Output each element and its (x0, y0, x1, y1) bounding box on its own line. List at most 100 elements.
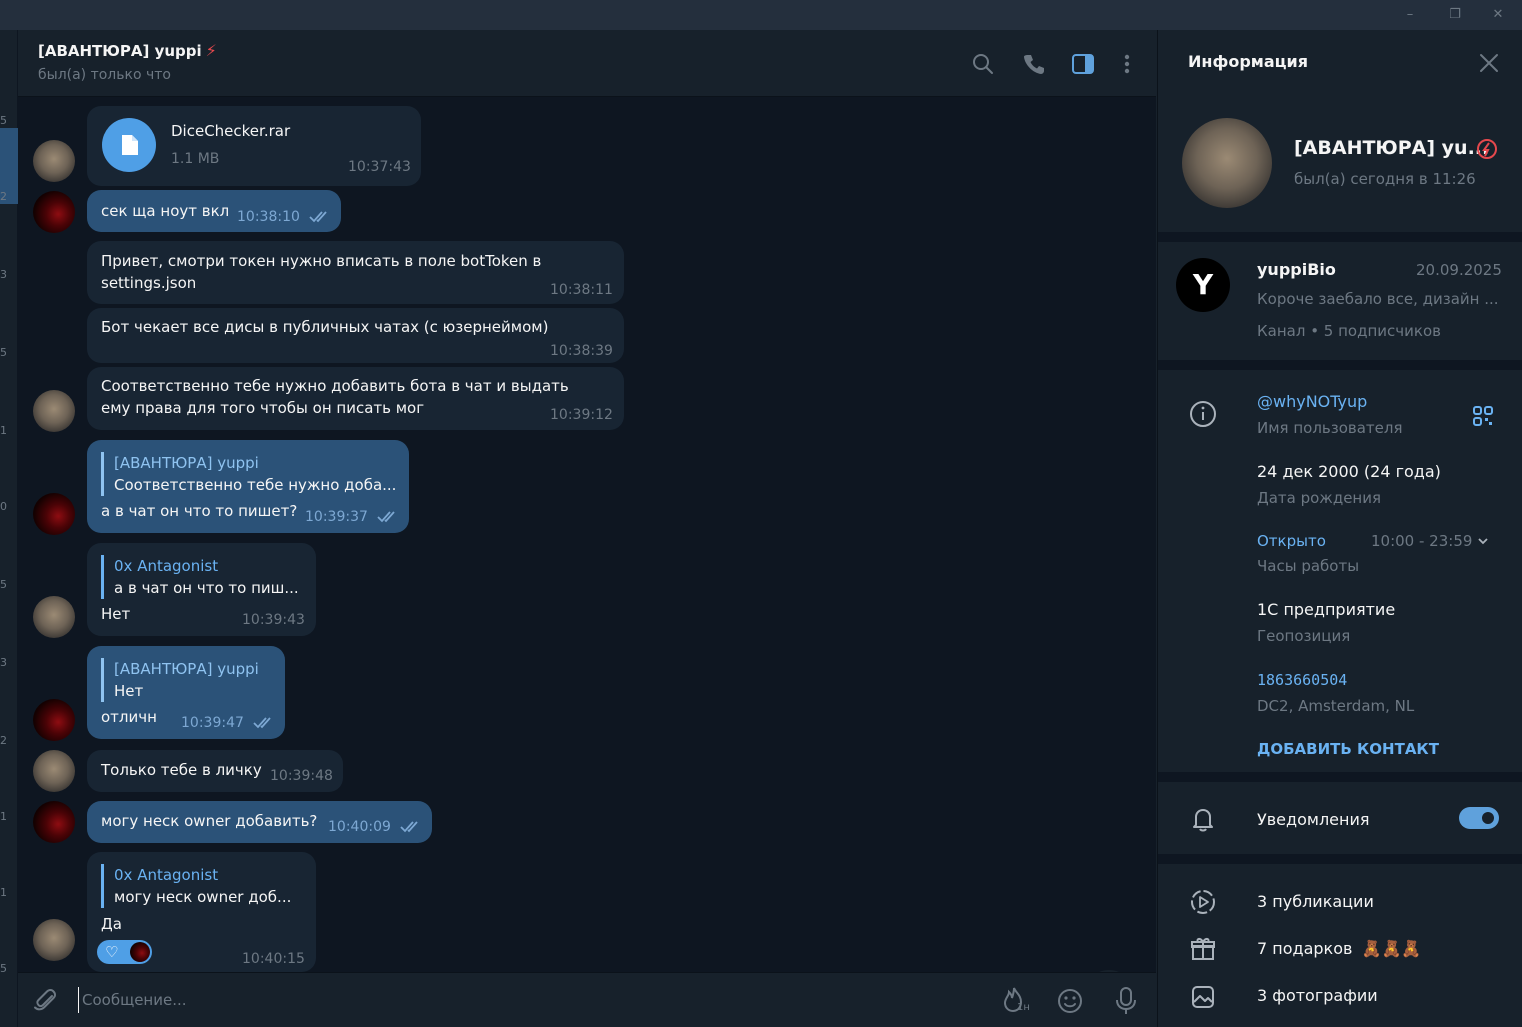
unread-count: 1 (0, 424, 7, 437)
location-value[interactable]: 1С предприятие (1257, 600, 1395, 619)
reply-author: [АВАНТЮРА] yuppi (114, 660, 259, 678)
phone-icon[interactable] (1020, 50, 1048, 78)
heart-icon: ♡ (105, 943, 119, 961)
own-avatar[interactable] (33, 699, 75, 741)
message-list[interactable]: DiceChecker.rar 1.1 MB 10:37:43 сек ща н… (18, 97, 1156, 1022)
read-ticks-icon (377, 511, 395, 523)
incoming-message[interactable]: Бот чекает все дисы в публичных чатах (с… (87, 308, 624, 363)
reply-snippet: Соответственно тебе нужно доба... (114, 476, 397, 494)
message-text: могу неск owner добавить? (101, 812, 318, 830)
sender-avatar[interactable] (33, 596, 75, 638)
business-hours-label: Часы работы (1257, 557, 1360, 575)
file-icon[interactable] (101, 117, 157, 173)
message-composer: 1н (18, 972, 1156, 1027)
chat-panel: [АВАНТЮРА] yuppi ⚡ был(а) только что Dice… (18, 30, 1156, 1027)
reply-preview[interactable]: [АВАНТЮРА] yuppi Нет (101, 658, 259, 702)
chat-header[interactable]: [АВАНТЮРА] yuppi ⚡ был(а) только что (18, 30, 1156, 97)
chat-title[interactable]: [АВАНТЮРА] yuppi ⚡ (38, 41, 217, 60)
location-label: Геопозиция (1257, 627, 1351, 645)
reply-author: 0x Antagonist (114, 557, 219, 575)
profile-status: был(а) сегодня в 11:26 (1294, 170, 1476, 188)
timer-label: 1н (1017, 1002, 1030, 1013)
sidebar-toggle-icon[interactable] (1069, 50, 1097, 78)
emoji-icon[interactable] (1056, 987, 1084, 1015)
sender-avatar[interactable] (33, 919, 75, 961)
unread-count: 1 (0, 886, 7, 899)
profile-avatar[interactable] (1182, 118, 1272, 208)
reply-preview[interactable]: 0x Antagonist могу неск owner доб... (101, 864, 291, 908)
file-message[interactable]: DiceChecker.rar 1.1 MB 10:37:43 (87, 106, 421, 186)
qr-code-icon[interactable] (1471, 404, 1495, 428)
search-icon[interactable] (969, 50, 997, 78)
business-hours-status[interactable]: Открыто (1257, 532, 1326, 550)
message-input[interactable] (78, 987, 958, 1013)
close-window-button[interactable]: ✕ (1478, 4, 1518, 26)
message-time: 10:40:09 (328, 819, 391, 835)
window-titlebar: – ❐ ✕ (0, 0, 1522, 30)
outgoing-message[interactable]: сек ща ноут вкл 10:38:10 (87, 190, 341, 232)
reply-preview[interactable]: [АВАНТЮРА] yuppi Соответственно тебе нуж… (101, 452, 396, 496)
incoming-message[interactable]: Привет, смотри токен нужно вписать в пол… (87, 241, 624, 304)
reply-preview[interactable]: 0x Antagonist а в чат он что то пиш... (101, 555, 299, 599)
add-contact-button[interactable]: ДОБАВИТЬ КОНТАКТ (1257, 740, 1439, 758)
message-text: Только тебе в личку (101, 761, 262, 779)
outgoing-reply-message[interactable]: [АВАНТЮРА] yuppi Соответственно тебе нуж… (87, 440, 409, 533)
incoming-reply-message[interactable]: 0x Antagonist могу неск owner доб... Да … (87, 852, 316, 972)
message-time: 10:37:43 (348, 159, 411, 175)
minimize-button[interactable]: – (1390, 4, 1430, 26)
incoming-reply-message[interactable]: 0x Antagonist а в чат он что то пиш... Н… (87, 543, 316, 636)
own-avatar[interactable] (33, 191, 75, 233)
message-time: 10:39:43 (242, 612, 305, 628)
message-time: 10:38:10 (237, 209, 300, 225)
chat-list-edge[interactable]: 5 2 3 5 1 0 5 3 2 1 1 5 (0, 30, 18, 1027)
reply-author: [АВАНТЮРА] yuppi (114, 454, 259, 472)
bell-icon (1193, 809, 1213, 832)
message-time: 10:38:39 (550, 343, 613, 359)
notifications-label: Уведомления (1257, 810, 1370, 829)
restore-button[interactable]: ❐ (1435, 4, 1475, 26)
photos-link[interactable]: 3 фотографии (1257, 986, 1378, 1005)
message-time: 10:39:37 (305, 509, 368, 525)
own-avatar[interactable] (33, 493, 75, 535)
info-panel-title: Информация (1188, 52, 1308, 71)
reply-snippet: могу неск owner доб... (114, 888, 292, 906)
channel-date: 20.09.2025 (1416, 261, 1502, 279)
microphone-icon[interactable] (1112, 985, 1140, 1017)
gift-icon (1191, 938, 1215, 960)
sender-avatar[interactable] (33, 140, 75, 182)
gifts-link[interactable]: 7 подарков 🧸🧸🧸 (1257, 939, 1421, 958)
emoji-status-icon[interactable] (1474, 135, 1500, 161)
unread-count: 5 (0, 114, 7, 127)
message-time: 10:39:47 (181, 715, 244, 731)
self-destruct-timer-button[interactable]: 1н (1000, 985, 1032, 1017)
incoming-message[interactable]: Соответственно тебе нужно добавить бота … (87, 367, 624, 430)
gifts-count: 7 подарков (1257, 939, 1353, 958)
close-icon[interactable] (1476, 50, 1502, 76)
datacenter-info: DC2, Amsterdam, NL (1257, 697, 1415, 715)
more-vertical-icon[interactable] (1113, 50, 1141, 78)
own-avatar[interactable] (33, 801, 75, 843)
stories-icon (1191, 890, 1215, 914)
sender-avatar[interactable] (33, 390, 75, 432)
attach-icon[interactable] (32, 987, 60, 1015)
message-time: 10:39:12 (550, 407, 613, 423)
outgoing-reply-message[interactable]: [АВАНТЮРА] yuppi Нет отличн 10:39:47 (87, 646, 285, 739)
chevron-down-icon (1478, 538, 1488, 545)
user-id[interactable]: 1863660504 (1257, 671, 1347, 689)
message-text: сек ща ноут вкл (101, 202, 230, 220)
message-time: 10:39:48 (270, 768, 333, 784)
reaction-chip[interactable]: ♡ (97, 940, 152, 964)
unread-count: 5 (0, 962, 7, 975)
username-link[interactable]: @whyNOTyup (1257, 392, 1367, 411)
outgoing-message[interactable]: могу неск owner добавить? 10:40:09 (87, 801, 432, 843)
incoming-message[interactable]: Только тебе в личку 10:39:48 (87, 750, 343, 792)
file-size: 1.1 MB (171, 151, 220, 167)
sender-avatar[interactable] (33, 750, 75, 792)
channel-name: yuppiBio (1257, 260, 1336, 279)
personal-channel[interactable]: Y yuppiBio 20.09.2025 Короче заебало все… (1158, 242, 1522, 358)
file-name[interactable]: DiceChecker.rar (171, 120, 290, 142)
notifications-toggle[interactable] (1459, 807, 1499, 829)
business-hours-range[interactable]: 10:00 - 23:59 (1371, 532, 1489, 550)
posts-link[interactable]: 3 публикации (1257, 892, 1374, 911)
section-divider (1158, 772, 1522, 782)
